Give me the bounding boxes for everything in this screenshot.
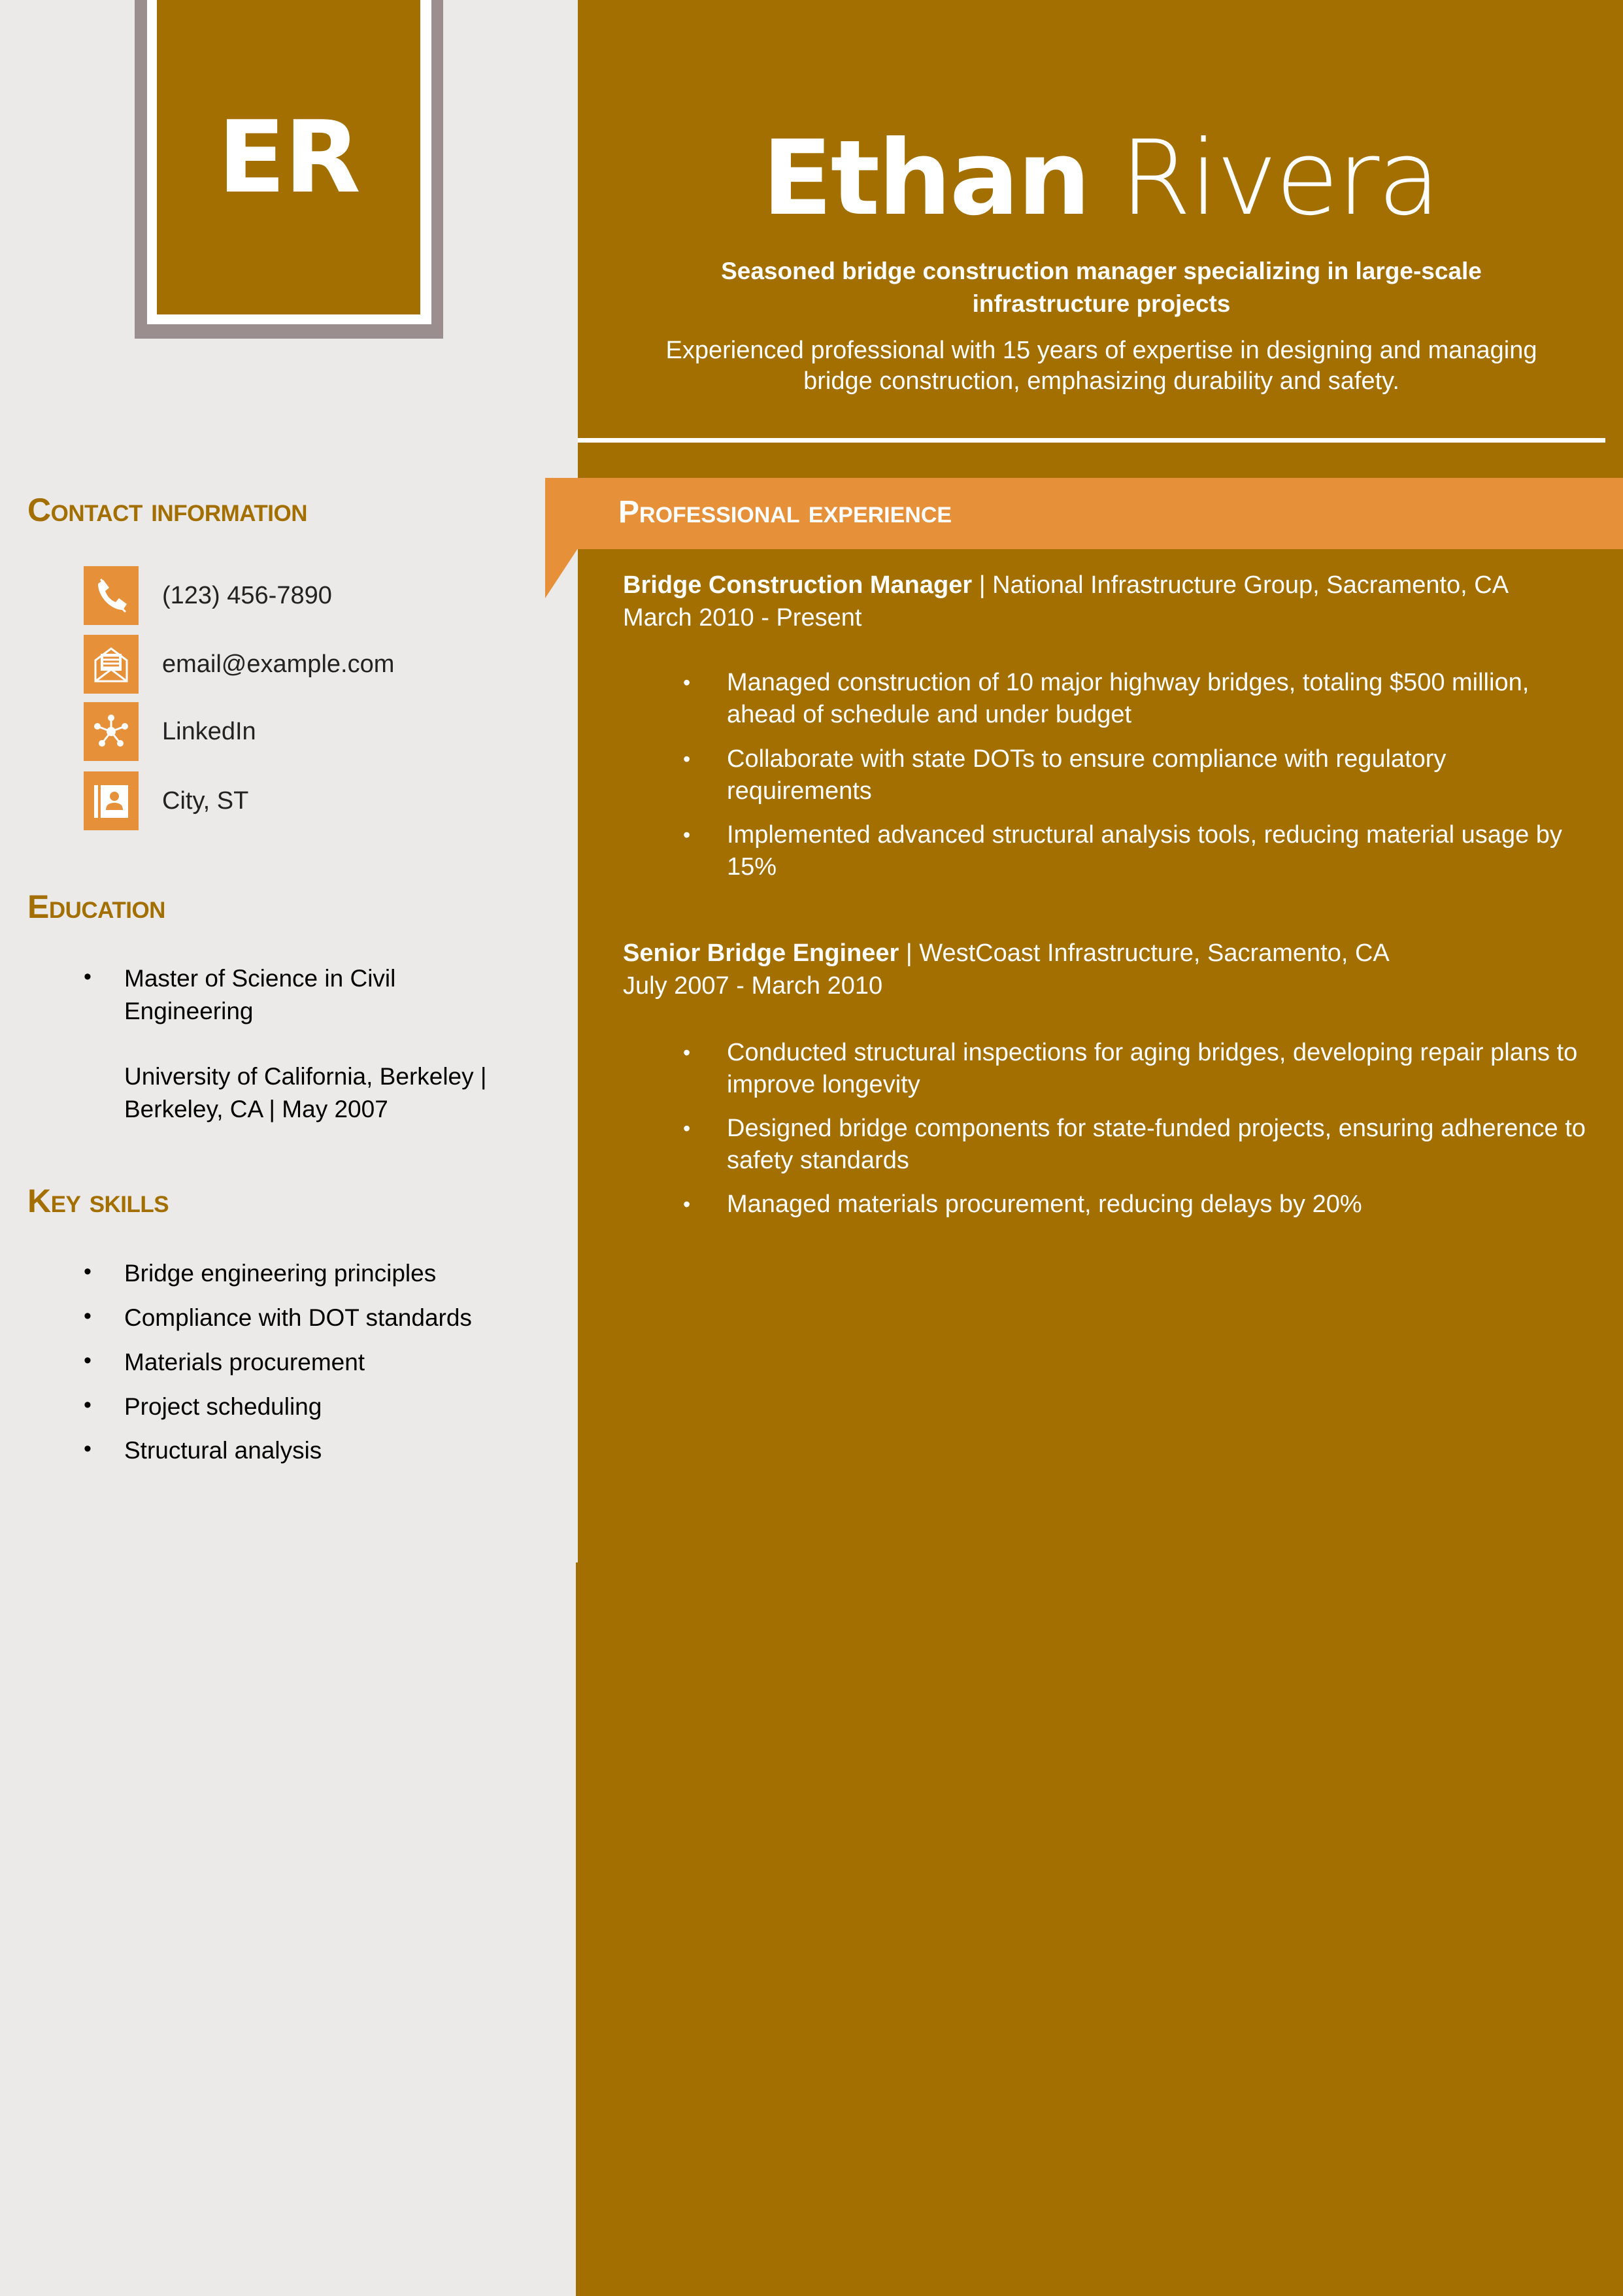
- bullet: •: [683, 823, 691, 847]
- bullet: •: [683, 1192, 691, 1216]
- summary: Experienced professional with 15 years o…: [627, 335, 1575, 397]
- contact-linkedin[interactable]: LinkedIn: [84, 702, 256, 761]
- bullet: •: [84, 1348, 92, 1373]
- contact-location-text: City, ST: [162, 786, 249, 815]
- email-icon: [84, 635, 139, 694]
- bullet-line: Designed bridge components for state-fun…: [727, 1115, 1586, 1142]
- monogram-initials: ER: [218, 99, 361, 215]
- bullet-line: Conducted structural inspections for agi…: [727, 1039, 1578, 1066]
- summary-line: bridge construction, emphasizing durabil…: [803, 367, 1399, 395]
- bullet-line: safety standards: [727, 1147, 909, 1174]
- experience-heading: Professional experience: [618, 495, 952, 530]
- bullet: •: [84, 964, 92, 989]
- address-book-icon: [84, 771, 139, 830]
- skill-text: Structural analysis: [124, 1437, 322, 1464]
- school-line: University of California, Berkeley |: [124, 1063, 487, 1090]
- skill-text: Materials procurement: [124, 1349, 365, 1376]
- bullet: •: [84, 1304, 92, 1328]
- degree-line: Engineering: [124, 998, 254, 1024]
- monogram-inner-border: ER: [147, 0, 431, 324]
- ribbon-fold: [545, 549, 578, 598]
- contact-heading: Contact information: [27, 492, 308, 528]
- bullet-line: Implemented advanced structural analysis…: [727, 821, 1562, 849]
- bullet-line: requirements: [727, 777, 872, 805]
- contact-email-text: email@example.com: [162, 650, 395, 678]
- last-name: Rivera: [1120, 118, 1441, 239]
- bullet-line: ahead of schedule and under budget: [727, 701, 1132, 728]
- first-name: Ethan: [761, 118, 1091, 239]
- monogram-box: ER: [157, 0, 420, 314]
- headline-line: Seasoned bridge construction manager spe…: [721, 258, 1482, 284]
- bullet-line: Managed construction of 10 major highway…: [727, 669, 1530, 696]
- degree-line: Master of Science in Civil: [124, 965, 396, 992]
- school-line: Berkeley, CA | May 2007: [124, 1096, 388, 1123]
- main-column-background-lower: [576, 1562, 1623, 2296]
- education-heading: Education: [27, 888, 165, 925]
- headline: Seasoned bridge construction manager spe…: [627, 255, 1575, 320]
- phone-icon: [84, 566, 139, 625]
- job-header: Bridge Construction Manager | National I…: [623, 569, 1603, 634]
- job-company: | WestCoast Infrastructure, Sacramento, …: [899, 939, 1390, 967]
- bullet: •: [683, 1041, 691, 1064]
- skills-heading: Key skills: [27, 1183, 169, 1219]
- job-dates: March 2010 - Present: [623, 604, 862, 632]
- summary-line: Experienced professional with 15 years o…: [665, 337, 1537, 364]
- skill-text: Project scheduling: [124, 1393, 322, 1420]
- bullet: •: [683, 1117, 691, 1140]
- job-title: Bridge Construction Manager: [623, 571, 973, 599]
- header-divider: [578, 438, 1605, 443]
- candidate-name: Ethan Rivera: [578, 116, 1623, 241]
- bullet: •: [683, 671, 691, 694]
- headline-line: infrastructure projects: [972, 290, 1231, 317]
- contact-location[interactable]: City, ST: [84, 771, 248, 830]
- monogram-frame: ER: [135, 0, 443, 339]
- bullet-line: Managed materials procurement, reducing …: [727, 1190, 1362, 1218]
- bullet: •: [84, 1436, 92, 1461]
- bullet-line: improve longevity: [727, 1071, 920, 1098]
- contact-email[interactable]: email@example.com: [84, 635, 394, 694]
- skill-text: Compliance with DOT standards: [124, 1304, 472, 1331]
- bullet-line: Collaborate with state DOTs to ensure co…: [727, 745, 1447, 773]
- job-company: | National Infrastructure Group, Sacrame…: [972, 571, 1509, 599]
- bullet: •: [683, 747, 691, 771]
- contact-phone[interactable]: (123) 456-7890: [84, 566, 332, 625]
- skill-text: Bridge engineering principles: [124, 1260, 437, 1287]
- contact-linkedin-text: LinkedIn: [162, 717, 256, 745]
- network-icon: [84, 702, 139, 761]
- job-dates: July 2007 - March 2010: [623, 972, 883, 1000]
- bullet: •: [84, 1393, 92, 1417]
- job-header: Senior Bridge Engineer | WestCoast Infra…: [623, 937, 1603, 1002]
- job-title: Senior Bridge Engineer: [623, 939, 899, 967]
- bullet: •: [84, 1259, 92, 1284]
- contact-phone-text: (123) 456-7890: [162, 581, 332, 609]
- bullet-line: 15%: [727, 853, 777, 881]
